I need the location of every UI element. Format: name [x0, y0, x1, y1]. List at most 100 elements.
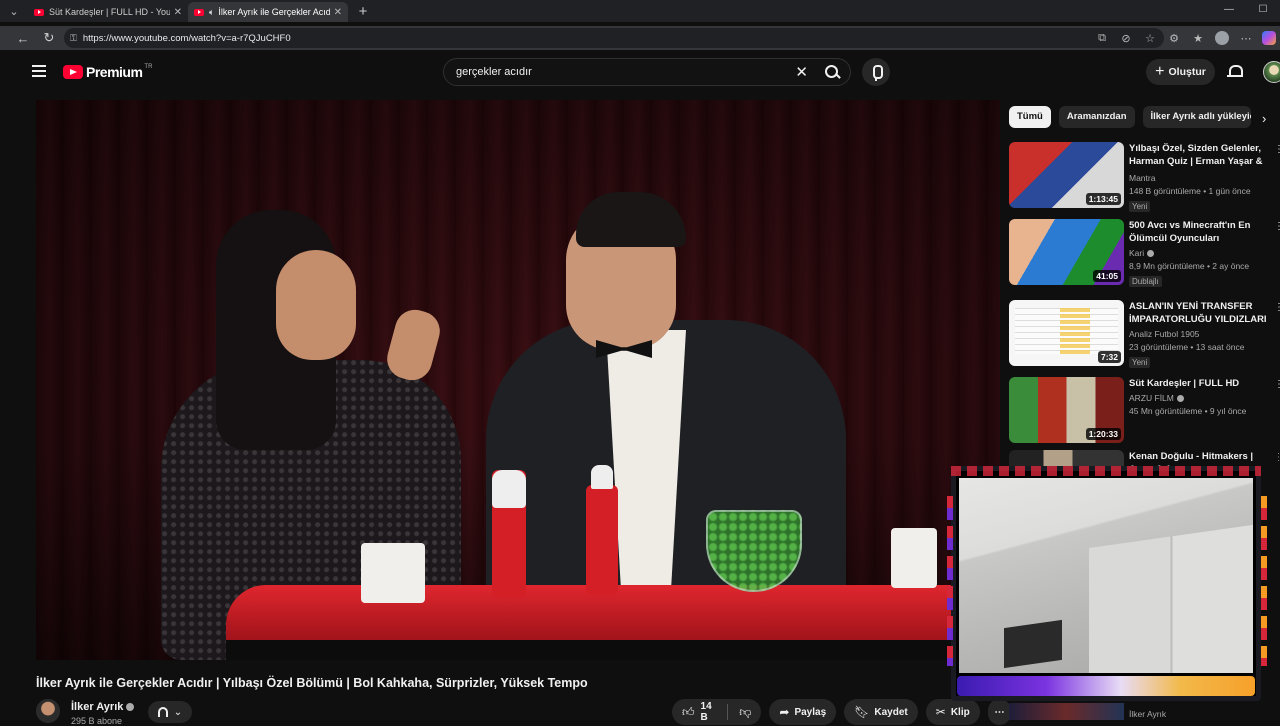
more-vert-icon[interactable]: ⋮ [1274, 452, 1279, 463]
rec-stats: 45 Mn görüntüleme • 9 yıl önce [1129, 406, 1247, 416]
tab-title: Süt Kardeşler | FULL HD - YouTube [49, 7, 170, 17]
chevron-down-icon: ⌄ [173, 706, 183, 718]
menu-icon[interactable] [32, 65, 46, 77]
rec-title[interactable]: ASLAN'IN YENİ TRANSFER İMPARATORLUĞU YIL… [1129, 300, 1267, 326]
verified-icon [126, 703, 135, 712]
thumbs-down-icon[interactable]: 👎︎ [739, 705, 751, 720]
rec-stats: 8,9 Mn görüntüleme • 2 ay önce [1129, 261, 1250, 271]
extensions-icon[interactable]: ⚙ [1162, 32, 1186, 45]
youtube-logo-icon [63, 65, 83, 79]
verified-icon [1147, 250, 1155, 258]
youtube-premium-logo[interactable]: Premium TR [63, 64, 152, 80]
more-vert-icon[interactable]: ⋮ [1274, 221, 1280, 232]
account-avatar[interactable] [1263, 61, 1280, 83]
thumbs-up-icon[interactable]: 👍︎ [682, 705, 695, 720]
more-menu-icon[interactable]: ⋯ [1234, 32, 1258, 45]
create-button[interactable]: + Oluştur [1146, 59, 1215, 85]
chip-from-search[interactable]: Aramanızdan [1058, 106, 1135, 128]
new-tab-button[interactable]: + [352, 3, 374, 20]
search-query: gerçekler acıdır [456, 66, 532, 78]
tab-close-icon[interactable]: ✕ [174, 7, 182, 18]
save-button[interactable]: 🔖︎ Kaydet [844, 699, 918, 725]
video-thumbnail[interactable]: 7:32 [1009, 300, 1124, 366]
chip-all[interactable]: Tümü [1009, 106, 1051, 128]
back-arrow-icon[interactable]: ← [10, 31, 36, 46]
duration-badge: 1:13:45 [1085, 193, 1121, 205]
share-button[interactable]: ➦ Paylaş [769, 699, 837, 725]
more-vert-icon[interactable]: ⋮ [1274, 379, 1280, 390]
clear-search-icon[interactable]: ✕ [795, 63, 808, 81]
app-available-icon[interactable]: ⧉ [1090, 32, 1114, 45]
youtube-favicon-icon [34, 8, 44, 16]
recommendation-item-partial[interactable]: İlker Ayrık [1009, 703, 1279, 720]
url-text: https://www.youtube.com/watch?v=a-r7QJuC… [82, 32, 291, 44]
create-label: Oluştur [1168, 66, 1206, 78]
video-scene-table-base [226, 640, 1000, 660]
rec-title[interactable]: Yılbaşı Özel, Sizden Gelenler, Harman Qu… [1129, 142, 1267, 170]
channel-name[interactable]: İlker Ayrık [71, 701, 135, 713]
subscriber-count: 295 B abone [71, 716, 123, 726]
search-icon[interactable] [824, 64, 840, 80]
recommendation-item[interactable]: 1:20:33 Süt Kardeşler | FULL HD ARZU FİL… [1009, 377, 1280, 447]
notifications-bell-icon[interactable] [1227, 64, 1243, 80]
clip-button[interactable]: ✂ Klip [925, 699, 980, 725]
browser-tab-1[interactable]: Süt Kardeşler | FULL HD - YouTube ✕ [28, 2, 188, 22]
like-dislike-button[interactable]: 👍︎ 14 B 👎︎ [672, 699, 762, 725]
channel-avatar[interactable] [36, 699, 60, 723]
webcam-feed [959, 478, 1253, 673]
speaker-icon[interactable]: 🔈︎ [209, 7, 214, 18]
rec-channel[interactable]: Kari [1129, 248, 1267, 258]
tab-search-chevron-icon[interactable]: ⌄ [0, 0, 28, 22]
tracking-prevention-icon[interactable]: ⊘ [1114, 32, 1138, 45]
plus-icon: + [1155, 63, 1165, 80]
rec-title[interactable]: Süt Kardeşler | FULL HD [1129, 377, 1267, 390]
video-player[interactable] [36, 100, 1000, 660]
rec-channel[interactable]: Mantra [1129, 173, 1267, 183]
minimize-icon[interactable]: — [1212, 0, 1246, 22]
duration-badge: 1:20:33 [1085, 428, 1121, 440]
rec-stats: 23 görüntüleme • 13 saat önce [1129, 342, 1245, 352]
video-actions: 👍︎ 14 B 👎︎ ➦ Paylaş 🔖︎ Kaydet ✂ Klip ⋯ [672, 699, 1012, 725]
webcam-overlay [947, 466, 1267, 701]
favorites-icon[interactable]: ★ [1186, 32, 1210, 45]
youtube-favicon-icon [194, 8, 204, 16]
filter-chips: Tümü Aramanızdan İlker Ayrık adlı yükley… [1009, 106, 1251, 128]
new-badge: Yeni [1129, 357, 1151, 368]
recommendation-item[interactable]: 1:13:45 Yılbaşı Özel, Sizden Gelenler, H… [1009, 142, 1280, 212]
video-title: İlker Ayrık ile Gerçekler Acıdır | Yılba… [36, 676, 588, 690]
more-actions-button[interactable]: ⋯ [987, 699, 1012, 725]
window-controls: — ☐ [1212, 0, 1280, 22]
rec-channel[interactable]: Analiz Futbol 1905 [1129, 329, 1267, 339]
logo-country: TR [144, 64, 153, 70]
chip-from-uploader[interactable]: İlker Ayrık adlı yükleyiciden [1142, 106, 1251, 128]
video-scene-mug [361, 543, 425, 603]
video-thumbnail[interactable] [1009, 703, 1124, 720]
more-vert-icon[interactable]: ⋮ [1274, 144, 1280, 155]
more-vert-icon[interactable]: ⋮ [1274, 302, 1280, 313]
tab-title: İlker Ayrık ile Gerçekler Acıdır [218, 7, 330, 17]
copilot-icon[interactable] [1262, 31, 1276, 45]
maximize-icon[interactable]: ☐ [1246, 0, 1280, 22]
reload-icon[interactable]: ↻ [36, 30, 62, 46]
video-thumbnail[interactable]: 1:13:45 [1009, 142, 1124, 208]
bell-icon [157, 707, 168, 717]
tab-close-icon[interactable]: ✕ [334, 7, 342, 18]
recommendation-item[interactable]: 41:05 500 Avcı vs Minecraft'ın En Ölümcü… [1009, 219, 1280, 289]
profile-avatar-icon[interactable] [1215, 31, 1229, 45]
verified-icon [1176, 395, 1184, 403]
rec-title[interactable]: 500 Avcı vs Minecraft'ın En Ölümcül Oyun… [1129, 219, 1267, 245]
channel-row: İlker Ayrık 295 B abone ⌄ 👍︎ 14 B 👎︎ ➦ P… [36, 699, 1012, 726]
rec-channel[interactable]: İlker Ayrık [1129, 709, 1166, 719]
video-thumbnail[interactable]: 41:05 [1009, 219, 1124, 285]
voice-search-mic-icon[interactable] [862, 58, 890, 86]
duration-badge: 7:32 [1097, 351, 1121, 363]
chevron-right-icon[interactable]: › [1262, 111, 1266, 126]
favorite-star-icon[interactable]: ☆ [1138, 32, 1162, 45]
url-field[interactable]: ⚿ https://www.youtube.com/watch?v=a-r7QJ… [64, 28, 1164, 48]
browser-tab-2[interactable]: 🔈︎ İlker Ayrık ile Gerçekler Acıdır ✕ [188, 2, 348, 22]
rec-channel[interactable]: ARZU FİLM [1129, 393, 1267, 403]
recommendation-item[interactable]: 7:32 ASLAN'IN YENİ TRANSFER İMPARATORLUĞ… [1009, 300, 1280, 370]
site-info-icon[interactable]: ⚿ [70, 33, 77, 44]
video-thumbnail[interactable]: 1:20:33 [1009, 377, 1124, 443]
search-input[interactable]: gerçekler acıdır ✕ [443, 58, 851, 86]
